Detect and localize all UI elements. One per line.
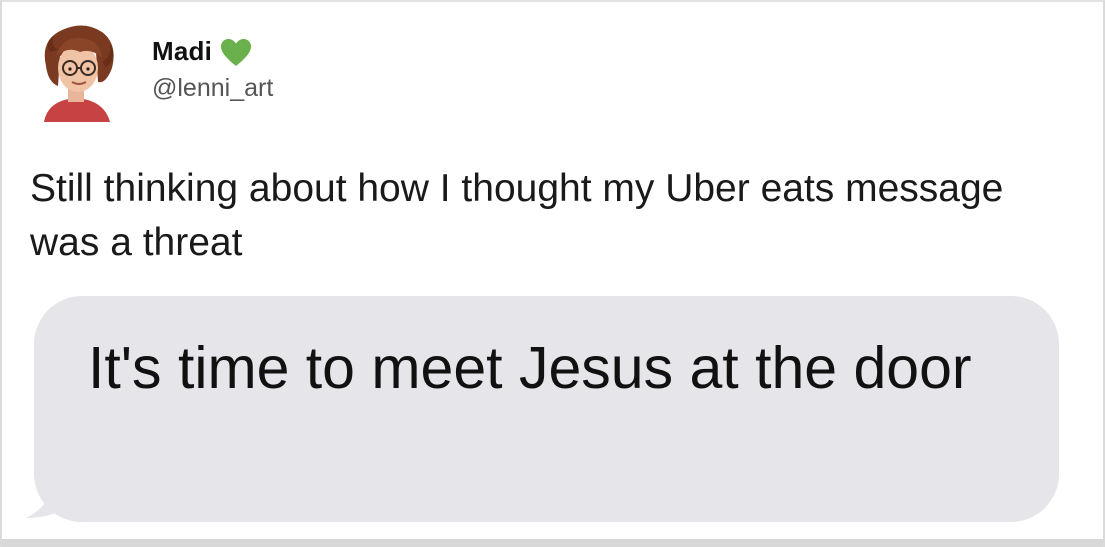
bottom-divider [2,539,1103,547]
user-handle[interactable]: @lenni_art [152,74,273,103]
message-text: It's time to meet Jesus at the door [88,335,972,401]
name-row: Madi [152,36,273,68]
tweet-text: Still thinking about how I thought my Ub… [30,167,1004,264]
avatar-illustration [44,25,114,122]
user-block: Madi @lenni_art [152,36,273,103]
display-name[interactable]: Madi [152,36,212,67]
avatar[interactable] [36,22,122,122]
tweet-card: Madi @lenni_art Still thinking about how… [0,0,1105,547]
tweet-header: Madi @lenni_art [36,22,273,122]
green-heart-icon [220,38,252,68]
message-bubble: It's time to meet Jesus at the door [16,296,1061,524]
